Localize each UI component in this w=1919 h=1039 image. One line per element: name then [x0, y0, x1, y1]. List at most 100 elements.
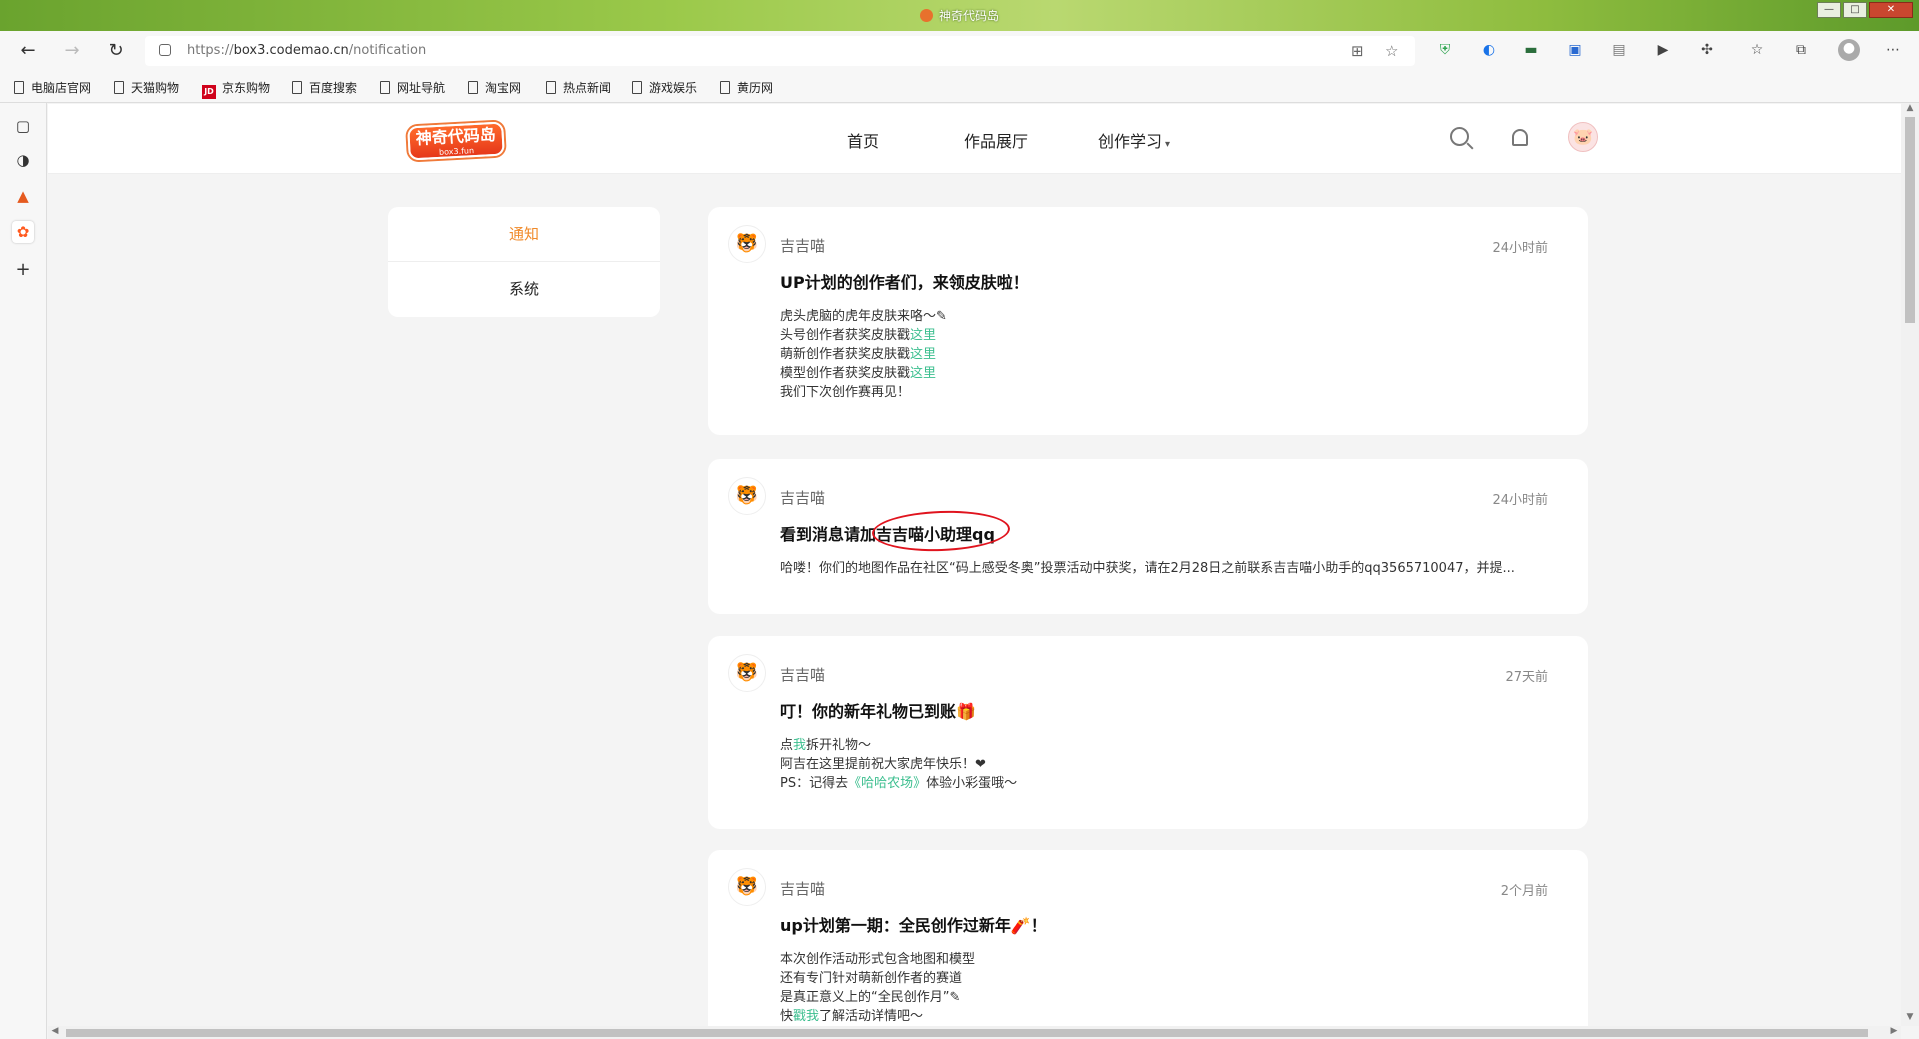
lock-icon: [159, 44, 171, 56]
timestamp: 27天前: [1505, 670, 1548, 685]
nav-home[interactable]: 首页: [847, 128, 879, 152]
sender-name: 吉吉喵: [780, 880, 826, 898]
address-bar[interactable]: https://box3.codemao.cn/notification ⊞ ☆: [145, 36, 1415, 66]
news-extension-icon[interactable]: ▣: [1566, 41, 1584, 59]
minimize-button[interactable]: —: [1817, 2, 1841, 18]
site-header: 神奇代码岛 box3.fun 首页 作品展厅 创作学习 ▾ 🐷: [48, 104, 1901, 174]
page-icon: [468, 81, 478, 94]
bookmark-item[interactable]: 热点新闻: [546, 79, 611, 96]
timestamp: 24小时前: [1492, 241, 1548, 256]
link-here[interactable]: 这里: [910, 328, 936, 343]
reload-icon[interactable]: ↻: [104, 39, 128, 63]
add-app-icon[interactable]: +: [12, 259, 34, 281]
bookmark-item[interactable]: JD 京东购物: [202, 79, 270, 99]
notification-title: UP计划的创作者们，来领皮肤啦！: [780, 273, 1029, 292]
window-controls: — □ ✕: [1817, 2, 1913, 18]
notification-card[interactable]: 🐯 吉吉喵 24小时前 看到消息请加吉吉喵小助理qq 哈喽！你们的地图作品在社区…: [708, 459, 1588, 614]
play-extension-icon[interactable]: ▶: [1654, 41, 1672, 59]
link-here[interactable]: 这里: [910, 366, 936, 381]
nav-gallery[interactable]: 作品展厅: [964, 128, 1028, 152]
bookmark-item[interactable]: 淘宝网: [468, 79, 521, 96]
more-menu-icon[interactable]: ⋯: [1884, 41, 1902, 59]
film-extension-icon[interactable]: ▬: [1522, 41, 1540, 59]
bell-icon[interactable]: [1512, 129, 1528, 146]
link-here[interactable]: 这里: [910, 347, 936, 362]
puzzle-extensions-icon[interactable]: ✣: [1698, 41, 1716, 59]
favorites-list-icon[interactable]: ☆: [1748, 41, 1766, 59]
close-button[interactable]: ✕: [1869, 2, 1913, 18]
translate-extension-icon[interactable]: ◐: [1480, 41, 1498, 59]
notification-body: 本次创作活动形式包含地图和模型 还有专门针对萌新创作者的赛道 是真正意义上的“全…: [780, 952, 976, 1024]
timestamp: 2个月前: [1500, 884, 1548, 899]
horizontal-scrollbar[interactable]: ◀ ▶: [48, 1026, 1901, 1039]
page-icon: [292, 81, 302, 94]
sender-avatar: 🐯: [728, 868, 766, 906]
vertical-scrollbar[interactable]: ▲ ▼: [1901, 103, 1919, 1026]
page-icon: [720, 81, 730, 94]
notification-title: up计划第一期：全民创作过新年🧨！: [780, 916, 1047, 935]
nav-learn[interactable]: 创作学习 ▾: [1098, 128, 1170, 152]
sender-avatar: 🐯: [728, 477, 766, 515]
tab-actions-icon[interactable]: ▢: [12, 115, 34, 137]
app-grid-icon[interactable]: ⊞: [1351, 42, 1364, 60]
red-annotation-circle: [871, 508, 1011, 554]
tab-notify[interactable]: 通知: [388, 207, 660, 262]
scroll-up-icon[interactable]: ▲: [1901, 103, 1919, 117]
web-page: 神奇代码岛 box3.fun 首页 作品展厅 创作学习 ▾ 🐷 通知 系统 🐯 吉吉…: [48, 104, 1901, 1026]
page-icon: [632, 81, 642, 94]
notification-tabs: 通知 系统: [388, 207, 660, 317]
browser-toolbar: ← → ↻ https://box3.codemao.cn/notificati…: [0, 31, 1919, 71]
page-icon: [380, 81, 390, 94]
notification-card[interactable]: 🐯 吉吉喵 24小时前 UP计划的创作者们，来领皮肤啦！ 虎头虎脑的虎年皮肤来咯…: [708, 207, 1588, 435]
codemao-app-icon[interactable]: ✿: [12, 221, 34, 243]
scroll-thumb[interactable]: [1905, 117, 1915, 323]
window-title: 神奇代码岛: [0, 7, 1919, 24]
maximize-button[interactable]: □: [1843, 2, 1867, 18]
scroll-right-icon[interactable]: ▶: [1887, 1026, 1901, 1039]
notification-body: 点我拆开礼物～ 阿吉在这里提前祝大家虎年快乐！❤ PS：记得去《哈哈农场》体验小…: [780, 738, 1018, 791]
notification-body: 虎头虎脑的虎年皮肤来咯～✎ 头号创作者获奖皮肤戳这里 萌新创作者获奖皮肤戳这里 …: [780, 309, 947, 400]
forward-arrow-icon[interactable]: →: [60, 39, 84, 63]
site-logo[interactable]: 神奇代码岛 box3.fun: [407, 121, 505, 161]
user-avatar[interactable]: 🐷: [1568, 122, 1598, 152]
shield-extension-icon[interactable]: ⛨: [1436, 41, 1454, 59]
sender-avatar: 🐯: [728, 654, 766, 692]
collections-icon[interactable]: ⧉: [1792, 41, 1810, 59]
tab-system[interactable]: 系统: [388, 262, 660, 317]
scroll-down-icon[interactable]: ▼: [1901, 1012, 1919, 1026]
scroll-thumb[interactable]: [66, 1029, 1868, 1037]
link-farm[interactable]: 《哈哈农场》: [848, 776, 926, 791]
jd-logo-icon: JD: [202, 85, 216, 99]
search-icon[interactable]: [1450, 127, 1469, 146]
copilot-icon[interactable]: ◑: [12, 149, 34, 171]
chevron-down-icon: ▾: [1165, 139, 1171, 150]
notification-card[interactable]: 🐯 吉吉喵 2个月前 up计划第一期：全民创作过新年🧨！ 本次创作活动形式包含地…: [708, 850, 1588, 1026]
site-favicon-icon: [919, 9, 933, 22]
url-text[interactable]: https://box3.codemao.cn/notification: [187, 43, 426, 58]
page-icon: [546, 81, 556, 94]
bookmark-item[interactable]: 电脑店官网: [14, 79, 91, 96]
link-poke-me[interactable]: 戳我: [793, 1009, 819, 1024]
bookmark-item[interactable]: 网址导航: [380, 79, 445, 96]
bookmark-item[interactable]: 黄历网: [720, 79, 773, 96]
page-icon: [14, 81, 24, 94]
profile-avatar-icon[interactable]: ●: [1838, 39, 1860, 61]
bookmark-item[interactable]: 天猫购物: [114, 79, 179, 96]
sender-name: 吉吉喵: [780, 666, 826, 684]
notification-card[interactable]: 🐯 吉吉喵 27天前 叮！你的新年礼物已到账🎁 点我拆开礼物～ 阿吉在这里提前祝…: [708, 636, 1588, 829]
bookmark-item[interactable]: 游戏娱乐: [632, 79, 697, 96]
reader-extension-icon[interactable]: ▤: [1610, 41, 1628, 59]
favorite-star-icon[interactable]: ☆: [1385, 42, 1398, 60]
timestamp: 24小时前: [1492, 493, 1548, 508]
page-icon: [114, 81, 124, 94]
link-me[interactable]: 我: [793, 738, 806, 753]
back-arrow-icon[interactable]: ←: [16, 39, 40, 63]
browser-side-panel: ▢ ◑ ▲ ✿ +: [0, 103, 47, 1039]
bookmark-item[interactable]: 百度搜索: [292, 79, 357, 96]
game-app-icon[interactable]: ▲: [12, 185, 34, 207]
scroll-left-icon[interactable]: ◀: [48, 1026, 62, 1039]
window-titlebar: 神奇代码岛 — □ ✕: [0, 0, 1919, 31]
sender-name: 吉吉喵: [780, 489, 826, 507]
sender-name: 吉吉喵: [780, 237, 826, 255]
bookmarks-bar: 电脑店官网 天猫购物 JD 京东购物 百度搜索 网址导航 淘宝网 热点新闻 游戏娱…: [0, 71, 1919, 103]
